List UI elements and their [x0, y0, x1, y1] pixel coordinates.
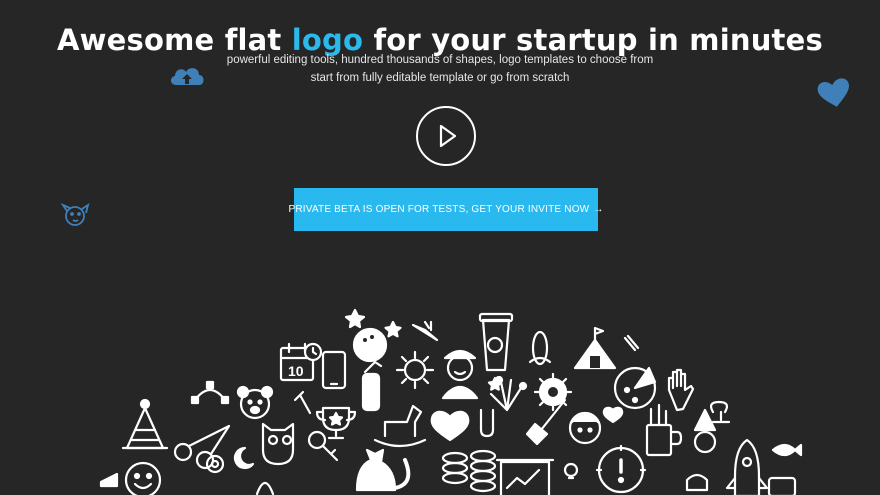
- owl-icon: [261, 422, 295, 466]
- train-icon: [767, 476, 797, 495]
- pencil-icon: [623, 334, 640, 352]
- presentation-icon: [495, 458, 555, 495]
- subtitle-line-2: start from fully editable template or go…: [310, 72, 570, 84]
- hero-title: Awesome flat logo for your startup in mi…: [0, 23, 880, 57]
- subtitle-line-1: powerful editing tools, hundred thousand…: [226, 54, 654, 66]
- fish-icon: [771, 443, 803, 457]
- warning-icon: [595, 444, 647, 494]
- vector-tool-icon: [190, 380, 230, 405]
- title-accent-logo: logo: [291, 23, 364, 58]
- coffee-icon: [685, 473, 709, 492]
- icon-pile-illustration: 10: [99, 308, 803, 495]
- cta-label: PRIVATE BETA IS OPEN FOR TESTS, GET YOUR…: [288, 204, 590, 215]
- cup-icon: [709, 400, 731, 424]
- fire-extinguisher-icon: [361, 360, 383, 412]
- play-video-button[interactable]: [416, 106, 476, 166]
- coins-icon: [441, 449, 497, 493]
- lifebuoy-icon: [205, 454, 225, 474]
- title-after: for your startup in minutes: [363, 23, 823, 58]
- star-icon: [344, 308, 366, 329]
- glove-icon: [667, 368, 695, 412]
- wrench-icon: [293, 390, 312, 415]
- leaf-icon: [255, 481, 275, 495]
- pizza-icon: [613, 366, 657, 410]
- smile-icon: [124, 461, 162, 495]
- svg-text:10: 10: [288, 363, 304, 379]
- beta-invite-button[interactable]: PRIVATE BETA IS OPEN FOR TESTS, GET YOUR…: [289, 188, 603, 231]
- wizard-icon: [693, 408, 717, 454]
- carrot-icon: [411, 320, 439, 342]
- title-before: Awesome flat: [57, 23, 292, 58]
- key-icon: [307, 430, 339, 462]
- rocking-horse-icon: [373, 404, 427, 448]
- pencil-cup-icon: [645, 403, 683, 457]
- pin-icon: [479, 408, 495, 438]
- moon-icon: [233, 446, 255, 470]
- calendar-icon: 10: [279, 342, 323, 382]
- dog-icon: [60, 202, 90, 226]
- lightbulb-icon: [563, 462, 579, 480]
- circus-tent-icon: [573, 326, 617, 370]
- sun-icon: [395, 350, 435, 390]
- rocket-icon: [725, 438, 769, 495]
- heart-icon: [602, 406, 624, 424]
- cat-icon: [355, 448, 411, 492]
- play-icon: [439, 124, 457, 148]
- cloud-upload-icon: [170, 68, 204, 85]
- cheese-icon: [99, 472, 119, 488]
- pilot-icon: [441, 349, 479, 400]
- bowling-icon: [352, 327, 388, 363]
- scissors-icon: [173, 424, 231, 470]
- bear-icon: [236, 385, 274, 420]
- shovel-icon: [525, 398, 567, 446]
- coffee-cup-icon: [478, 312, 514, 372]
- corn-icon: [528, 330, 552, 366]
- party-hat-icon: [121, 398, 169, 450]
- star-icon: [384, 320, 402, 338]
- gear-icon: [533, 372, 573, 412]
- heart-icon: [430, 410, 470, 442]
- phone-icon: [321, 350, 347, 390]
- arrow-right-icon: →: [593, 204, 604, 215]
- heart-icon: [817, 78, 849, 107]
- child-face-icon: [568, 411, 602, 445]
